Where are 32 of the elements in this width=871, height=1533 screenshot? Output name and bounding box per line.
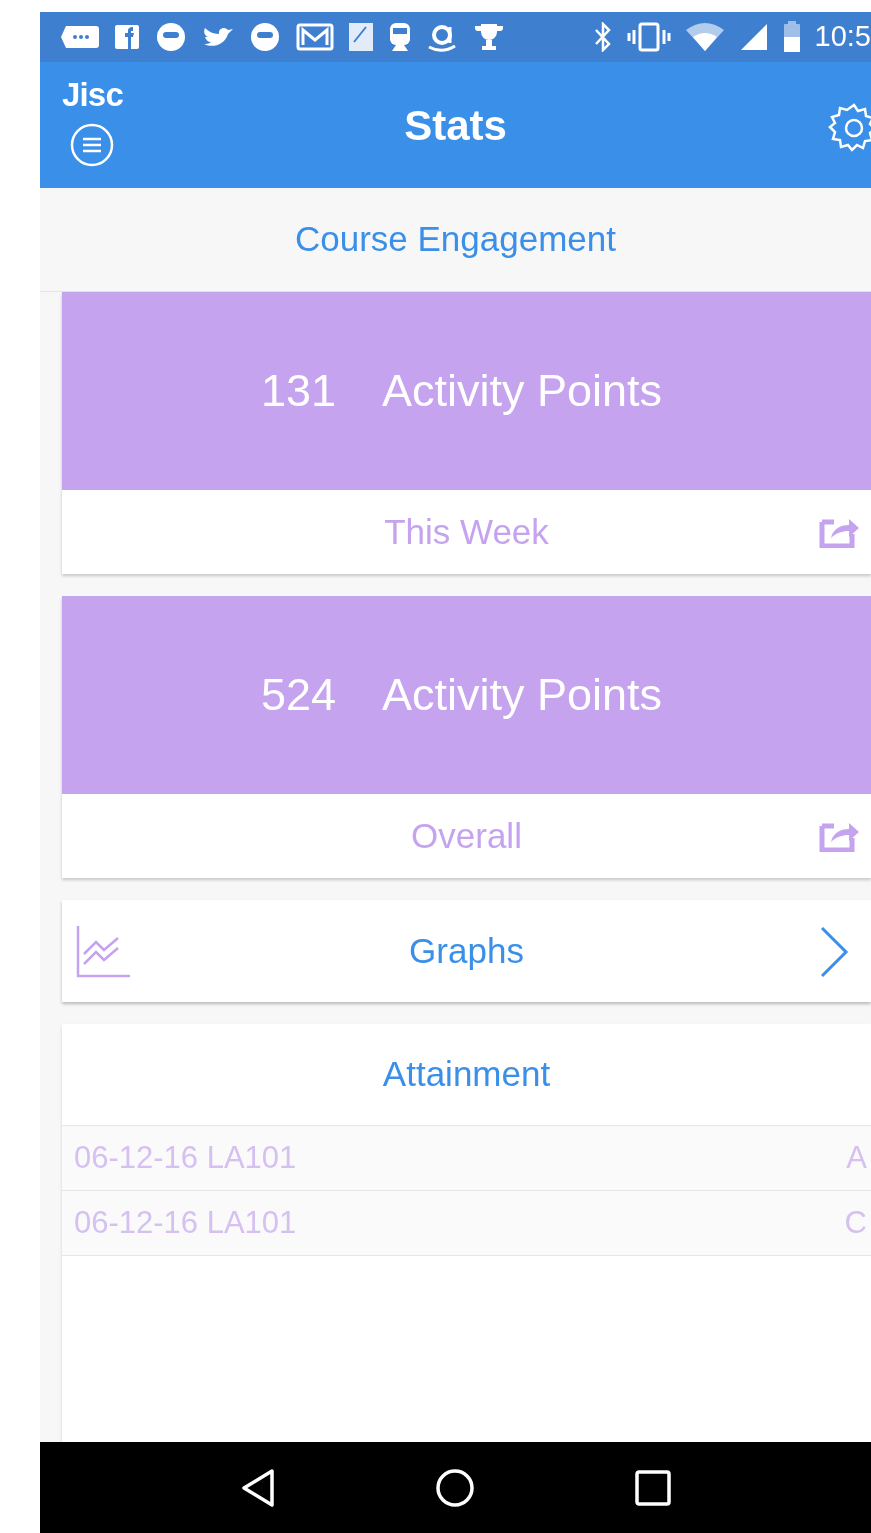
chevron-right-icon [819, 926, 849, 978]
chat-icon [60, 24, 100, 50]
home-icon[interactable] [435, 1467, 476, 1508]
attainment-entry: 06-12-16 LA101 [74, 1203, 297, 1242]
stat-period: Overall [411, 814, 522, 857]
attainment-entry: 06-12-16 LA101 [74, 1138, 297, 1177]
recents-icon[interactable] [635, 1469, 672, 1506]
stat-period: This Week [384, 510, 549, 553]
stat-value: 524 [260, 668, 336, 723]
trophy-icon [472, 22, 506, 52]
line-chart-icon [76, 924, 130, 978]
bluetooth-icon [592, 22, 613, 52]
menu-icon[interactable] [70, 123, 115, 167]
attainment-grade: A [846, 1138, 867, 1177]
section-title: Course Engagement [294, 218, 616, 261]
document-icon [348, 22, 374, 52]
wifi-icon [684, 22, 725, 52]
vibrate-icon [626, 22, 671, 52]
attainment-grade: C [844, 1203, 867, 1242]
back-icon[interactable] [239, 1467, 276, 1508]
status-time: 10:5 [814, 19, 871, 55]
stat-label: Activity Points [382, 364, 663, 419]
page-title: Stats [404, 100, 507, 151]
graphs-link[interactable]: Graphs [62, 900, 871, 1002]
stat-label: Activity Points [382, 668, 663, 723]
square-icon [114, 24, 140, 50]
attainment-title: Attainment [382, 1053, 551, 1096]
brand-logo: Jisc [62, 78, 123, 111]
mail-icon [296, 23, 334, 51]
battery-icon [782, 21, 801, 53]
train-icon [388, 22, 412, 52]
stat-value: 131 [260, 364, 336, 419]
